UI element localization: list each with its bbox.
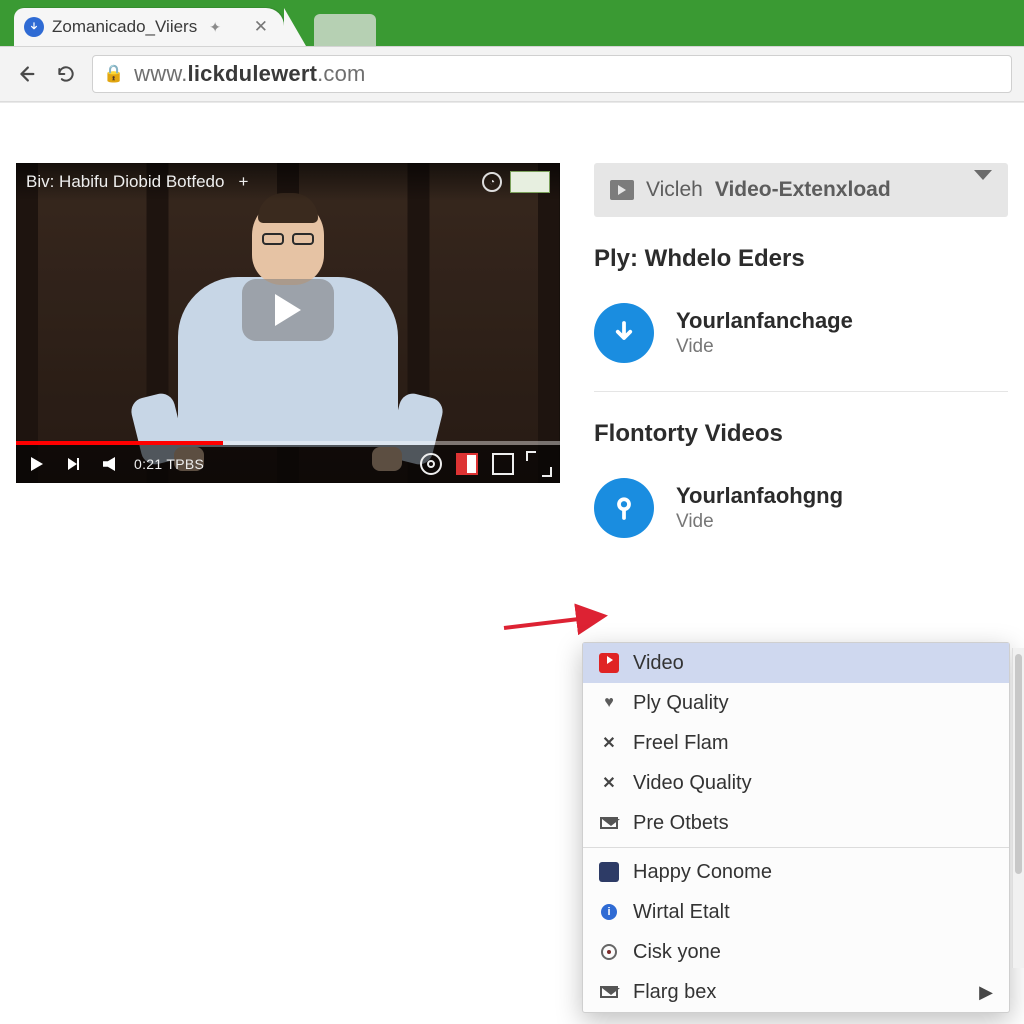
menu-label: Video [633, 652, 684, 675]
tab-title: Zomanicado_Viiers [52, 17, 197, 37]
captions-icon[interactable] [456, 453, 478, 475]
x-icon: ✕ [599, 733, 619, 753]
download-arrow-icon [594, 303, 654, 363]
audio-icon: ✦ [209, 19, 221, 36]
mini-preview-icon[interactable] [510, 171, 550, 193]
browser-tab-inactive[interactable] [314, 14, 376, 46]
video-title-overlay: Biv: Habifu Diobid Botfedo + ◔ [16, 163, 560, 201]
youtube-icon [599, 653, 619, 673]
video-controls: 0:21 TPBS [16, 445, 560, 483]
video-player[interactable]: Biv: Habifu Diobid Botfedo + ◔ 0:21 TPBS [16, 163, 560, 483]
panel-header-bold: Video-Extenxload [715, 178, 891, 202]
menu-label: Freel Flam [633, 732, 729, 755]
menu-label: Pre Otbets [633, 812, 729, 835]
heart-icon: ♥ [599, 693, 619, 713]
menu-item[interactable]: ✕ Freel Flam [583, 723, 1009, 763]
fullscreen-icon[interactable] [528, 453, 550, 475]
reload-button[interactable] [52, 60, 80, 88]
plus-icon[interactable]: + [238, 172, 248, 192]
extension-panel: Vicleh Video-Extenxload Ply: Whdelo Eder… [594, 163, 1008, 558]
menu-label: Ply Quality [633, 692, 729, 715]
item-subtitle: Vide [676, 511, 843, 533]
play-button-large[interactable] [242, 279, 334, 341]
browser-tab-active[interactable]: Zomanicado_Viiers ✦ ✕ [14, 8, 284, 46]
menu-label: Flarg bex [633, 981, 716, 1004]
menu-label: Video Quality [633, 772, 752, 795]
volume-button[interactable] [98, 453, 120, 475]
item-title: Yourlanfaohgng [676, 483, 843, 509]
time-display: 0:21 TPBS [134, 456, 204, 472]
next-button[interactable] [62, 453, 84, 475]
menu-item[interactable]: Cisk yone [583, 932, 1009, 972]
mail-icon [599, 813, 619, 833]
mail-icon [599, 982, 619, 1002]
item-title: Yourlanfanchage [676, 308, 853, 334]
address-bar[interactable]: 🔒 www.lickdulewert.com [92, 55, 1012, 93]
watch-later-icon[interactable]: ◔ [482, 172, 502, 192]
dashboard-icon [599, 862, 619, 882]
info-icon: i [599, 902, 619, 922]
menu-item[interactable]: ♥ Ply Quality [583, 683, 1009, 723]
play-button[interactable] [26, 453, 48, 475]
download-item[interactable]: Yourlanfanchage Vide [594, 291, 1008, 383]
context-menu: Video ♥ Ply Quality ✕ Freel Flam ✕ Video… [582, 642, 1010, 1013]
item-subtitle: Vide [676, 336, 853, 358]
menu-item[interactable]: Happy Conome [583, 852, 1009, 892]
x-icon: ✕ [599, 773, 619, 793]
menu-item[interactable]: i Wirtal Etalt [583, 892, 1009, 932]
menu-label: Cisk yone [633, 941, 721, 964]
video-title: Biv: Habifu Diobid Botfedo [26, 172, 224, 192]
url-text: www.lickdulewert.com [134, 61, 365, 87]
menu-label: Happy Conome [633, 861, 772, 884]
menu-label: Wirtal Etalt [633, 901, 730, 924]
menu-item-submenu[interactable]: Flarg bex ▶ [583, 972, 1009, 1012]
page-body: Biv: Habifu Diobid Botfedo + ◔ 0:21 TPBS… [0, 102, 1024, 558]
menu-item[interactable]: Pre Otbets [583, 803, 1009, 843]
site-info-icon[interactable]: 🔒 [103, 64, 124, 84]
eye-icon [599, 942, 619, 962]
browser-toolbar: 🔒 www.lickdulewert.com [0, 46, 1024, 102]
divider [594, 391, 1008, 392]
settings-gear-icon[interactable] [420, 453, 442, 475]
download-item[interactable]: Yourlanfaohgng Vide [594, 466, 1008, 558]
tab-strip: Zomanicado_Viiers ✦ ✕ [0, 0, 1024, 46]
menu-item[interactable]: ✕ Video Quality [583, 763, 1009, 803]
chevron-down-icon[interactable] [974, 180, 992, 201]
section-title: Flontorty Videos [594, 420, 1008, 448]
menu-item-video[interactable]: Video [583, 643, 1009, 683]
back-button[interactable] [12, 60, 40, 88]
pin-icon [594, 478, 654, 538]
chevron-right-icon: ▶ [979, 982, 993, 1003]
panel-header-light: Vicleh [646, 178, 703, 202]
scrollbar[interactable] [1012, 648, 1024, 968]
section-title: Ply: Whdelo Eders [594, 245, 1008, 273]
theater-mode-icon[interactable] [492, 453, 514, 475]
download-arrow-favicon [24, 17, 44, 37]
video-file-icon [610, 180, 634, 200]
panel-header[interactable]: Vicleh Video-Extenxload [594, 163, 1008, 217]
close-tab-button[interactable]: ✕ [248, 17, 274, 37]
menu-separator [583, 847, 1009, 848]
